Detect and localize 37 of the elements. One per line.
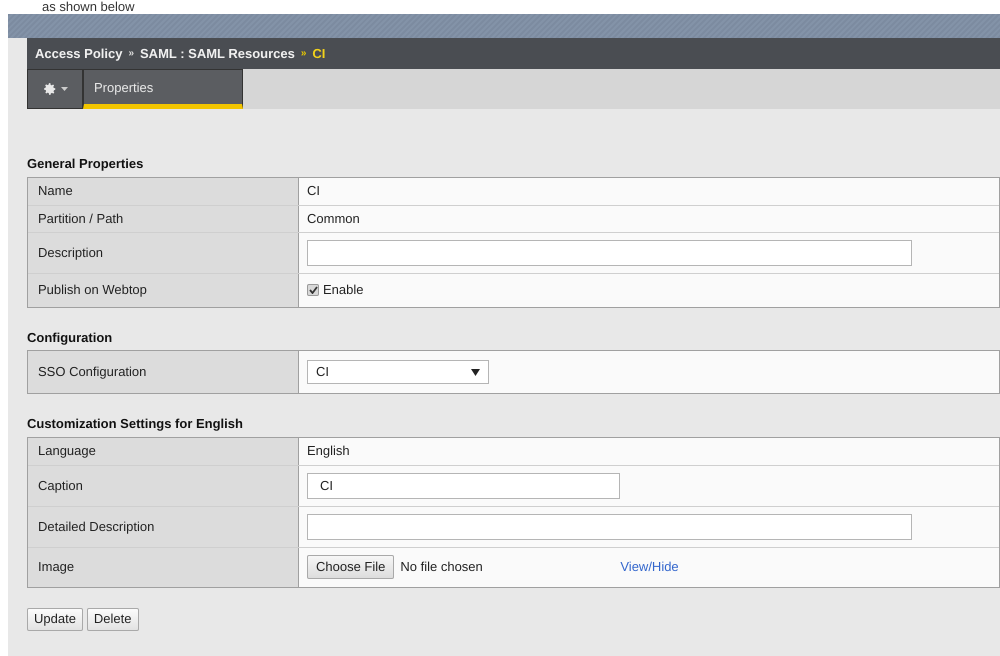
breadcrumb-link[interactable]: Access Policy xyxy=(35,44,122,64)
property-label: Name xyxy=(28,178,299,204)
property-label: SSO Configuration xyxy=(28,351,299,393)
document-caption: as shown below xyxy=(42,0,134,14)
field-value: English xyxy=(307,442,350,460)
tab[interactable]: Properties xyxy=(83,69,243,109)
checkbox-label: Enable xyxy=(323,281,364,300)
property-label: Publish on Webtop xyxy=(28,274,299,306)
form-button[interactable]: Update xyxy=(27,608,83,630)
section-title: Customization Settings for English xyxy=(27,415,244,433)
settings-icon xyxy=(42,82,56,96)
section-title: Configuration xyxy=(27,328,114,347)
property-label: Partition / Path xyxy=(28,206,299,232)
property-label: Detailed Description xyxy=(28,506,299,546)
file-status: No file chosen xyxy=(400,558,484,576)
settings-menu-button[interactable] xyxy=(27,69,83,109)
view-hide-link[interactable]: View/Hide xyxy=(620,557,679,577)
checkbox[interactable] xyxy=(307,284,319,296)
text-field[interactable] xyxy=(307,514,912,540)
breadcrumb-current: CI xyxy=(312,44,326,63)
breadcrumb-separator: » xyxy=(128,47,134,61)
caret-icon xyxy=(60,87,68,91)
breadcrumb-link[interactable]: SAML : SAML Resources xyxy=(140,44,295,64)
property-label: Caption xyxy=(28,466,299,506)
property-label: Image xyxy=(28,548,299,586)
field-value: CI xyxy=(307,182,320,200)
field-value: Common xyxy=(307,210,360,228)
breadcrumb-separator: » xyxy=(300,47,306,61)
choose-file-button[interactable]: Choose File xyxy=(307,555,394,579)
text-field[interactable] xyxy=(307,240,912,266)
property-label: Language xyxy=(28,438,299,464)
property-label: Description xyxy=(28,232,299,272)
text-field[interactable]: CI xyxy=(307,472,620,498)
dropdown[interactable]: CI xyxy=(307,360,489,384)
caret-icon xyxy=(471,368,480,376)
form-button[interactable]: Delete xyxy=(86,608,138,630)
section-title: General Properties xyxy=(27,155,144,173)
